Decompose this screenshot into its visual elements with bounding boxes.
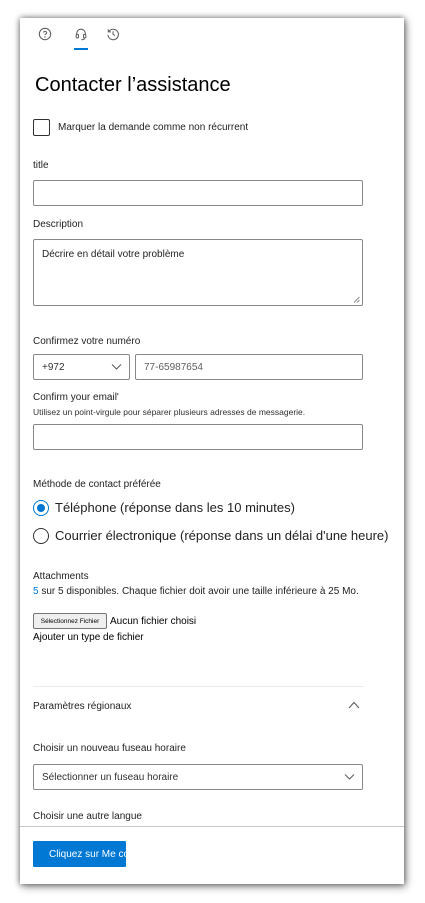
phone-label: Confirmez votre numéro (33, 336, 141, 347)
chevron-down-icon (344, 774, 355, 780)
timezone-value: Sélectionner un fuseau horaire (42, 771, 179, 783)
no-file-text: Aucun fichier choisi (110, 616, 197, 627)
tab-contact-support[interactable] (71, 24, 91, 44)
choose-file-button[interactable]: Sélectionnez Fichier (33, 613, 107, 629)
language-label: Choisir une autre langue (33, 811, 142, 822)
attachments-count-text: sur 5 disponibles. Chaque fichier doit a… (38, 586, 359, 597)
country-code-value: +972 (42, 361, 65, 373)
title-label: title (33, 160, 49, 171)
contact-method-label: Méthode de contact préférée (33, 479, 161, 490)
tab-bar (20, 18, 404, 52)
chevron-up-icon[interactable] (348, 701, 360, 709)
tab-help[interactable] (35, 24, 55, 44)
country-code-select[interactable]: +972 (33, 354, 130, 380)
help-circle-icon (38, 27, 52, 41)
page-title: Contacter l’assistance (35, 74, 231, 96)
contact-me-button[interactable]: Cliquez sur Me contacter (33, 841, 126, 867)
attachments-label: Attachments (33, 571, 89, 582)
timezone-select[interactable]: Sélectionner un fuseau horaire (33, 764, 363, 790)
support-panel: Contacter l’assistance Marquer la demand… (20, 18, 404, 884)
regional-settings-header[interactable]: Paramètres régionaux (33, 701, 131, 712)
chevron-down-icon (111, 364, 122, 370)
history-icon (107, 28, 119, 41)
title-input[interactable] (33, 180, 363, 206)
resize-handle-icon[interactable] (353, 296, 360, 303)
nonrecurrent-label: Marquer la demande comme non récurrent (58, 122, 249, 133)
email-input[interactable] (33, 424, 363, 450)
phone-number-input[interactable]: 77-65987654 (135, 354, 363, 380)
section-divider (33, 686, 364, 687)
description-textarea[interactable]: Décrire en détail votre problème (33, 239, 363, 306)
email-label: Confirm your email' (33, 392, 119, 403)
description-label: Description (33, 219, 84, 230)
radio-email-label[interactable]: Courrier électronique (réponse dans un d… (55, 528, 388, 543)
add-file-type-link[interactable]: Ajouter un type de fichier (33, 632, 144, 643)
tab-history[interactable] (103, 24, 123, 44)
active-tab-indicator (74, 48, 88, 50)
attachments-count: 5 sur 5 disponibles. Chaque fichier doit… (33, 586, 359, 597)
radio-phone[interactable] (33, 500, 49, 516)
footer-divider (20, 826, 404, 827)
email-hint: Utilisez un point-virgule pour séparer p… (33, 407, 306, 417)
nonrecurrent-checkbox[interactable] (33, 119, 50, 136)
headset-icon (75, 28, 87, 41)
description-placeholder: Décrire en détail votre problème (42, 249, 185, 260)
timezone-label: Choisir un nouveau fuseau horaire (33, 743, 186, 754)
radio-phone-label[interactable]: Téléphone (réponse dans les 10 minutes) (55, 500, 295, 515)
radio-email[interactable] (33, 528, 49, 544)
